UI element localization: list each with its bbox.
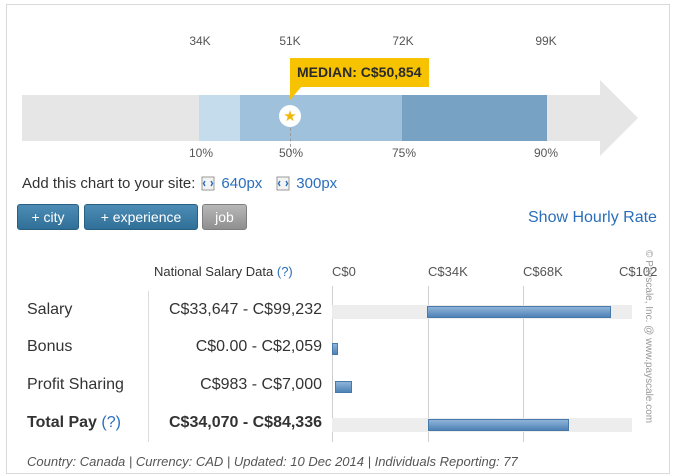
axis-tick-68k: C$68K: [523, 264, 563, 279]
payscale-watermark: © Payscale, Inc. @ www.payscale.com: [643, 250, 654, 424]
embed-300-link[interactable]: 300px: [276, 175, 337, 192]
table-column-divider: [148, 291, 149, 442]
scale-label-51k: 51K: [279, 34, 301, 48]
row-range-profit-sharing: C$983 - C$7,000: [200, 376, 322, 393]
add-experience-button[interactable]: + experience: [84, 204, 198, 230]
percentile-segment-75-90: [402, 95, 547, 141]
percentile-label-90: 90%: [533, 146, 559, 160]
scale-label-99k: 99K: [535, 34, 557, 48]
range-bar-total-pay: [427, 419, 570, 431]
median-callout: MEDIAN: C$50,854: [290, 58, 429, 87]
row-label-bonus: Bonus: [27, 338, 73, 355]
range-bar-bonus: [332, 343, 338, 355]
percentile-label-10: 10%: [188, 146, 214, 160]
embed-640-label[interactable]: 640px: [221, 175, 262, 192]
show-hourly-rate-link[interactable]: Show Hourly Rate: [528, 209, 657, 227]
median-star-icon: ★: [279, 105, 301, 127]
embed-prompt: Add this chart to your site:: [22, 175, 196, 192]
axis-tick-34k: C$34K: [428, 264, 468, 279]
row-label-profit-sharing: Profit Sharing: [27, 376, 124, 393]
scale-label-34k: 34K: [189, 34, 211, 48]
row-range-total-pay: C$34,070 - C$84,336: [169, 414, 322, 431]
table-header: National Salary Data (?): [154, 264, 293, 279]
embed-300-label[interactable]: 300px: [296, 175, 337, 192]
percentile-segment-10-25: [199, 95, 240, 141]
percentile-arrow-head: [600, 80, 638, 156]
row-range-bonus: C$0.00 - C$2,059: [195, 338, 322, 355]
footer-meta: Country: Canada | Currency: CAD | Update…: [27, 454, 518, 469]
total-pay-label: Total Pay: [27, 414, 97, 431]
median-callout-pointer: [290, 86, 302, 100]
row-label-salary: Salary: [27, 301, 73, 318]
axis-tick-0: C$0: [332, 264, 356, 279]
row-range-salary: C$33,647 - C$99,232: [169, 301, 322, 318]
percentile-label-50: 50%: [278, 146, 304, 160]
embed-code-icon: [276, 176, 290, 191]
total-pay-help-link[interactable]: (?): [101, 414, 121, 431]
range-bar-salary: [426, 306, 612, 318]
range-bar-profit-sharing: [334, 381, 352, 393]
table-header-help-link[interactable]: (?): [277, 264, 293, 279]
row-label-total-pay: Total Pay (?): [27, 414, 121, 432]
add-city-button[interactable]: + city: [17, 204, 79, 230]
scale-label-72k: 72K: [392, 34, 414, 48]
job-filter-button[interactable]: job: [202, 204, 247, 230]
embed-640-link[interactable]: 640px: [201, 175, 262, 192]
percentile-label-75: 75%: [391, 146, 417, 160]
embed-chart-row: Add this chart to your site: 640px 300px: [22, 175, 337, 192]
percentile-segment-25-75: [240, 95, 402, 141]
embed-code-icon: [201, 176, 215, 191]
table-header-label: National Salary Data: [154, 264, 274, 279]
